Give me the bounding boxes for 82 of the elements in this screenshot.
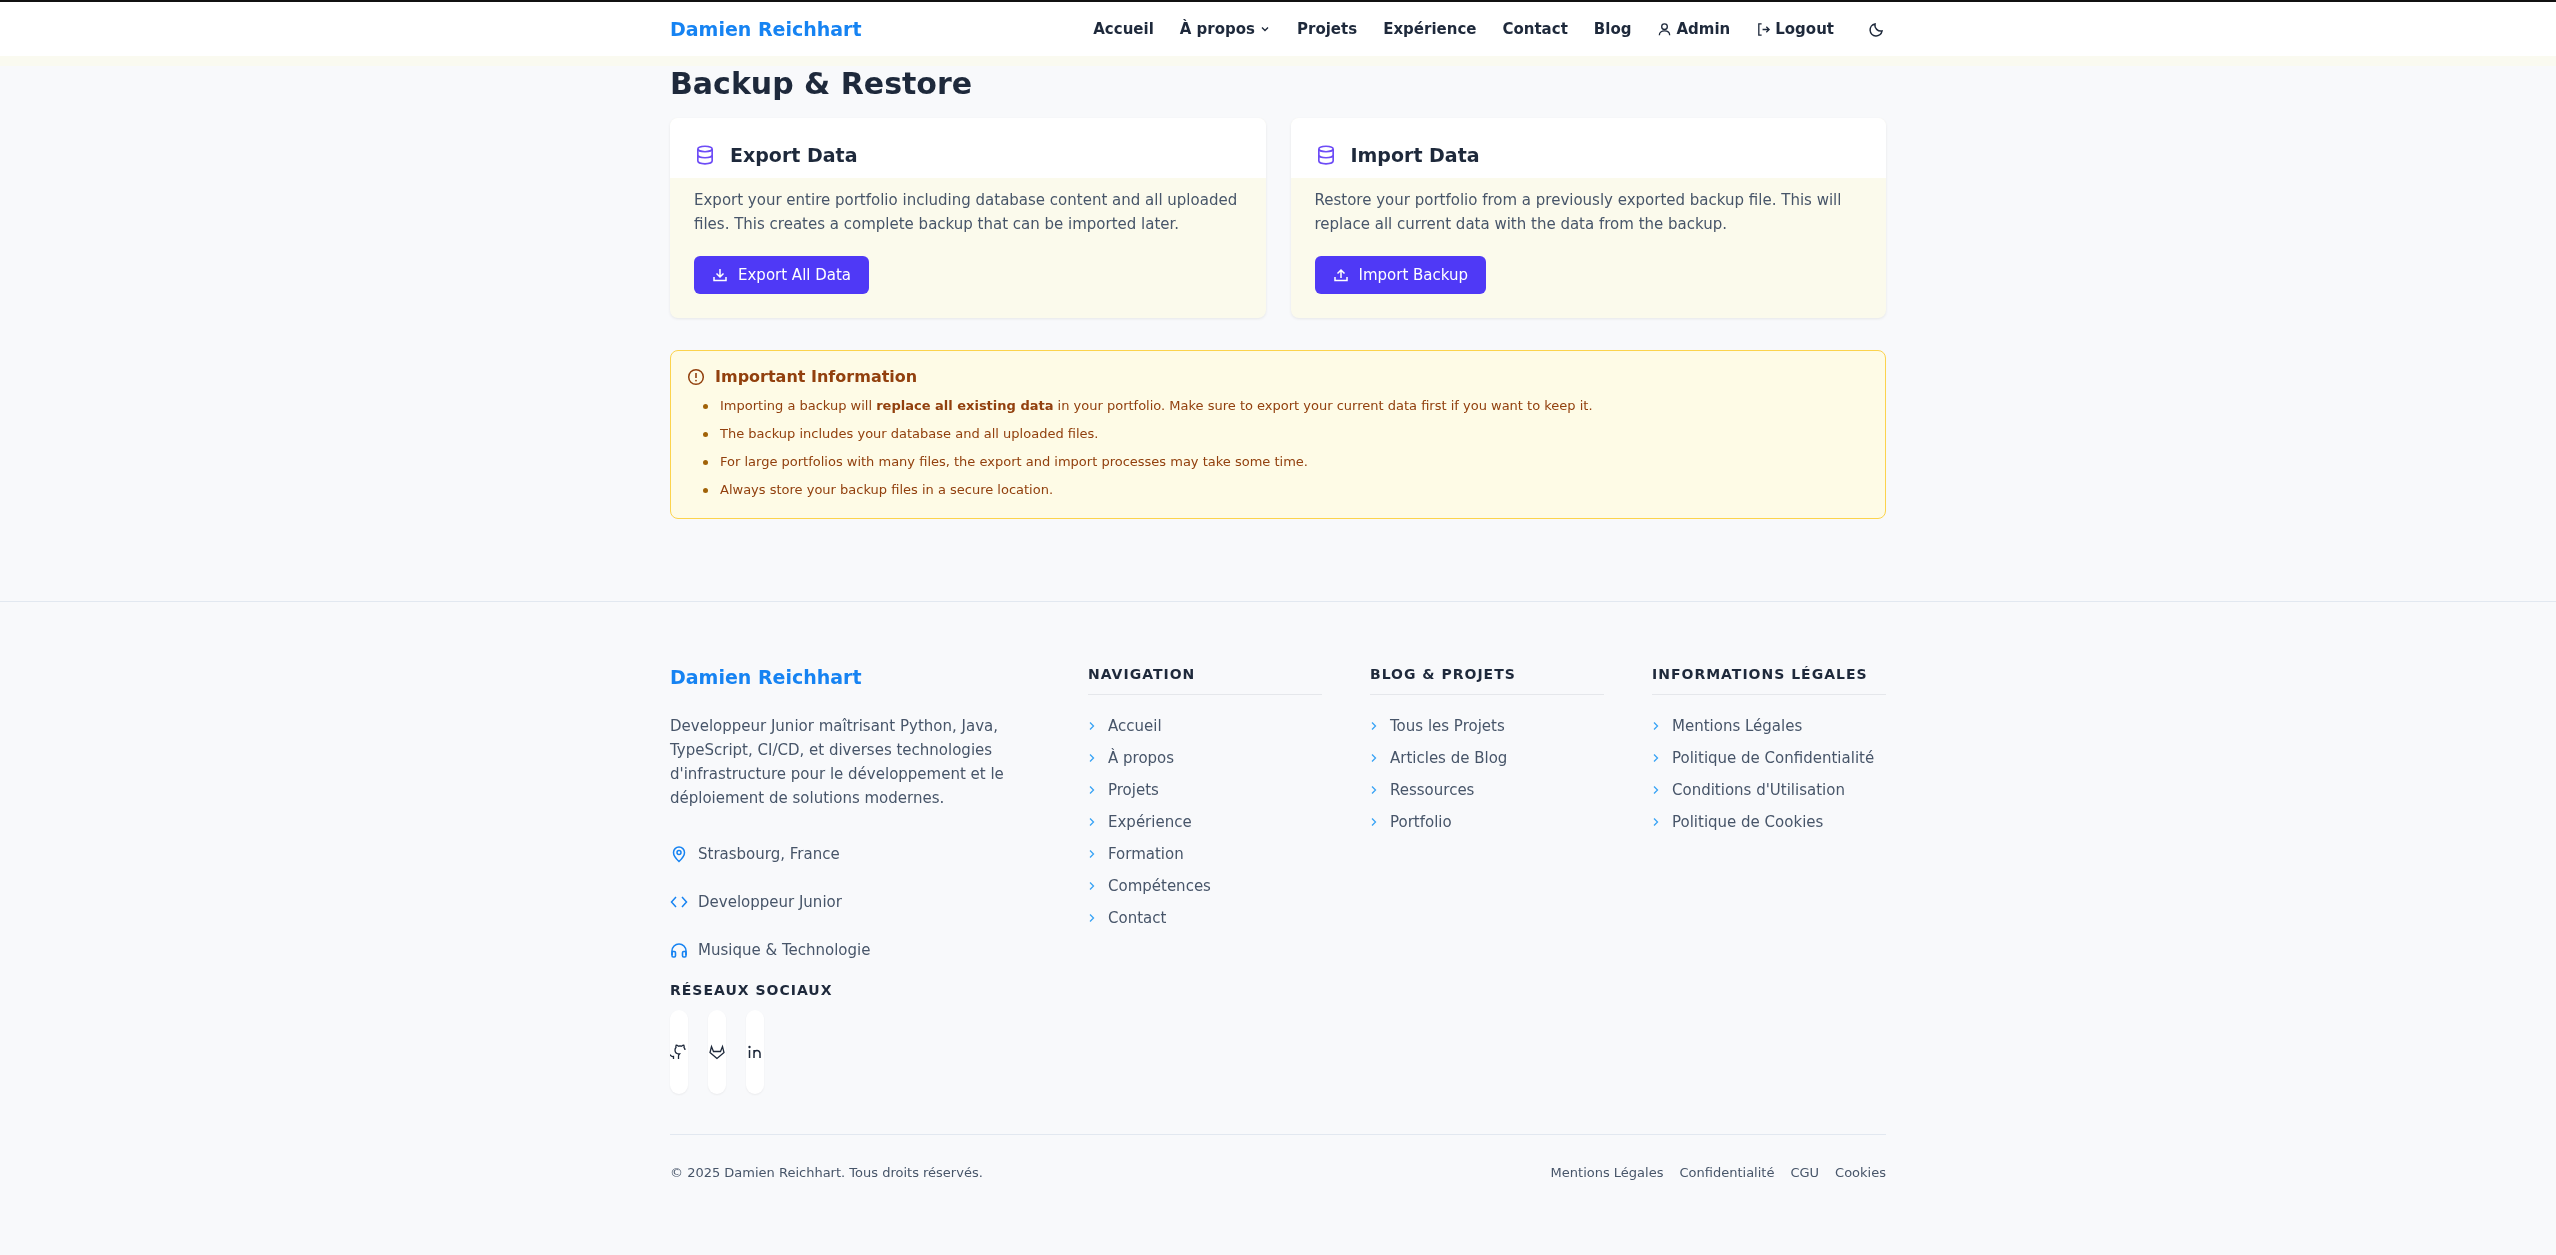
user-icon [1657, 21, 1673, 37]
footer-link[interactable]: Expérience [1108, 813, 1192, 831]
footer-link[interactable]: Ressources [1390, 781, 1475, 799]
footer-link[interactable]: Formation [1108, 845, 1184, 863]
nav-link[interactable]: À propos [1179, 20, 1272, 38]
export-button[interactable]: Export All Data [694, 256, 870, 294]
page-title: Backup & Restore [670, 66, 974, 102]
chevron-icon [1652, 785, 1660, 795]
chevron-icon [1370, 721, 1378, 731]
column-heading: NAVIGATION [1088, 666, 1322, 695]
info-item: The backup includes your database and all uploaded files. [720, 425, 1099, 443]
bullet-icon [703, 459, 708, 465]
upload-icon [1332, 267, 1349, 283]
moon-icon[interactable] [1868, 20, 1886, 38]
chevron-icon [1370, 817, 1378, 827]
footer-link[interactable]: Contact [1108, 909, 1167, 927]
alert-icon [687, 367, 705, 386]
chevron-icon [1370, 753, 1378, 763]
import-button[interactable]: Import Backup [1314, 256, 1487, 294]
chevron-icon [1370, 785, 1378, 795]
fox-icon [708, 1043, 726, 1061]
info-item: Importing a backup will replace all existing data in your portfolio. Make sure to export your current data first if you want to keep it. [720, 397, 1593, 415]
footer-link[interactable]: Cookies [1835, 1165, 1886, 1180]
contact-text: Developpeur Junior [698, 893, 842, 911]
footer-link[interactable]: Confidentialité [1679, 1165, 1775, 1180]
footer-link[interactable]: Accueil [1108, 717, 1162, 735]
site-logo[interactable]: Damien Reichhart [670, 18, 862, 40]
column-heading: INFORMATIONS LÉGALES [1652, 666, 1886, 695]
social-heading: RÉSEAUX SOCIAUX [670, 982, 834, 998]
chevron-icon [1088, 721, 1096, 731]
about-text: Developpeur Junior maîtrisant Python, Java, TypeScript, CI/CD, et diverses technologies d'infrastructure pour le développement et le déploiement de solutions modernes. [670, 716, 1005, 809]
footer-link[interactable]: Portfolio [1390, 813, 1452, 831]
social-link[interactable] [708, 1010, 726, 1094]
contact-text: Strasbourg, France [698, 845, 840, 863]
chevron-icon [1652, 753, 1660, 763]
info-item: Always store your backup files in a secure location. [720, 481, 1054, 499]
logout-icon [1756, 21, 1772, 37]
chevron-icon [1652, 721, 1660, 731]
contact-text: Musique & Technologie [698, 941, 871, 959]
download-icon [712, 267, 728, 283]
nav-link[interactable]: Logout [1756, 20, 1834, 38]
nav-link[interactable]: Contact [1502, 20, 1568, 38]
info-item: For large portfolios with many files, the export and import processes may take some time. [720, 453, 1308, 471]
location-pin-icon [670, 845, 688, 863]
nav-link[interactable]: Projets [1297, 20, 1358, 38]
footer-link[interactable]: Compétences [1108, 877, 1211, 895]
bullet-icon [703, 403, 708, 409]
footer-link[interactable]: Conditions d'Utilisation [1672, 781, 1845, 799]
column-heading: BLOG & PROJETS [1370, 666, 1604, 695]
footer-link[interactable]: À propos [1108, 749, 1175, 767]
nav-link[interactable]: Accueil [1093, 20, 1154, 38]
nav-link[interactable]: Admin [1657, 20, 1731, 38]
footer-link[interactable]: Mentions Légales [1672, 717, 1803, 735]
footer-logo[interactable]: Damien Reichhart [670, 666, 1040, 688]
database-icon [694, 144, 716, 166]
footer-link[interactable]: Projets [1108, 781, 1159, 799]
card-description: Export your entire portfolio including database content and all uploaded files. This creates a complete backup that can be imported later. [694, 190, 1239, 235]
chevron-icon [1088, 913, 1096, 923]
chevron-icon [1088, 817, 1096, 827]
chevron-icon [1088, 785, 1096, 795]
social-link[interactable] [746, 1010, 764, 1094]
bullet-icon [703, 487, 708, 493]
nav-link[interactable]: Expérience [1383, 20, 1477, 38]
footer-link[interactable]: Articles de Blog [1390, 749, 1508, 767]
card-title: Import Data [1350, 144, 1480, 166]
card-title: Export Data [730, 144, 858, 166]
social-link[interactable] [670, 1010, 688, 1094]
headphones-icon [670, 941, 688, 959]
chevron-icon [1088, 753, 1096, 763]
footer-link[interactable]: Politique de Confidentialité [1672, 749, 1875, 767]
chevron-icon [1088, 849, 1096, 859]
copyright-text: © 2025 Damien Reichhart. Tous droits réservés. [670, 1165, 983, 1180]
card-description: Restore your portfolio from a previously exported backup file. This will replace all current data with the data from the backup. [1314, 190, 1843, 235]
footer-link[interactable]: Tous les Projets [1390, 717, 1505, 735]
chevron-icon [1652, 817, 1660, 827]
info-title: Important Information [715, 367, 918, 386]
nav-link[interactable]: Blog [1593, 20, 1632, 38]
footer-link[interactable]: CGU [1790, 1165, 1820, 1180]
bullet-icon [703, 431, 708, 437]
footer-link[interactable]: Mentions Légales [1550, 1165, 1664, 1180]
chevron-icon [1088, 881, 1096, 891]
footer-link[interactable]: Politique de Cookies [1672, 813, 1824, 831]
